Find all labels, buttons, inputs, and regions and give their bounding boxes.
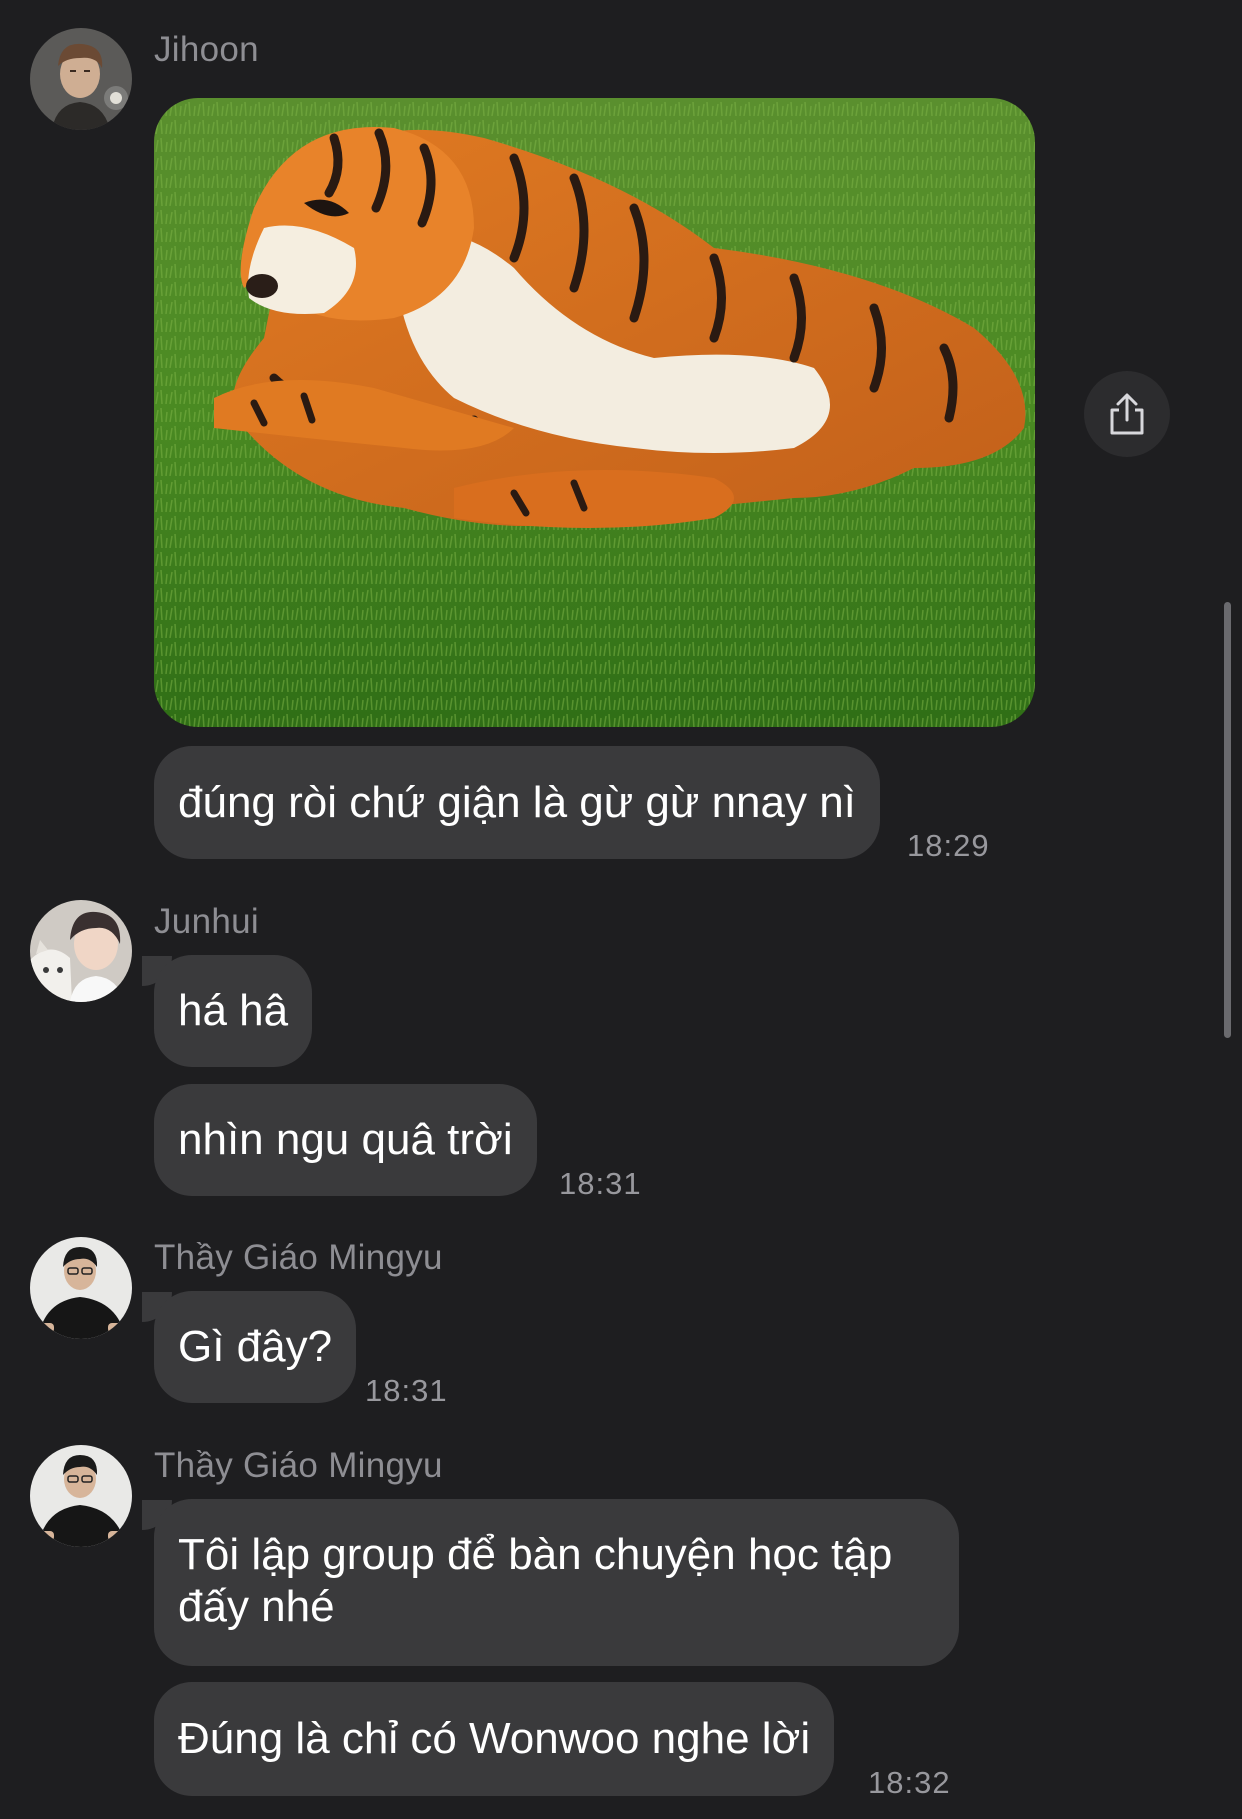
message-bubble[interactable]: Tôi lập group để bàn chuyện học tập đấy … [154,1499,959,1666]
message-bubble[interactable]: nhìn ngu quâ trời [154,1084,537,1196]
sender-name: Jihoon [154,30,259,69]
sender-name: Junhui [154,902,259,941]
message-bubble[interactable]: há hâ [154,955,313,1067]
scrollbar[interactable] [1224,602,1231,1038]
avatar-jihoon[interactable] [30,28,132,130]
sender-name: Thầy Giáo Mingyu [154,1238,443,1277]
message-timestamp: 18:29 [907,828,990,863]
avatar-mingyu[interactable] [30,1237,132,1339]
avatar-junhui[interactable] [30,900,132,1002]
message-timestamp: 18:31 [559,1166,642,1201]
message-bubble[interactable]: đúng ròi chứ giận là gừ gừ nnay nì [154,746,880,859]
message-bubble[interactable]: Đúng là chỉ có Wonwoo nghe lời [154,1682,835,1796]
share-button[interactable] [1084,371,1170,457]
share-icon [1110,393,1144,435]
message-bubble[interactable]: Gì đây? [154,1291,357,1403]
avatar-mingyu[interactable] [30,1445,132,1547]
tiger-dog-photo[interactable] [154,98,1035,727]
chat-screen: Jihoon đúng ròi chứ giận là gừ gừ nnay n… [0,0,1242,1819]
message-timestamp: 18:32 [868,1765,951,1800]
message-timestamp: 18:31 [365,1373,448,1408]
sender-name: Thầy Giáo Mingyu [154,1446,443,1485]
